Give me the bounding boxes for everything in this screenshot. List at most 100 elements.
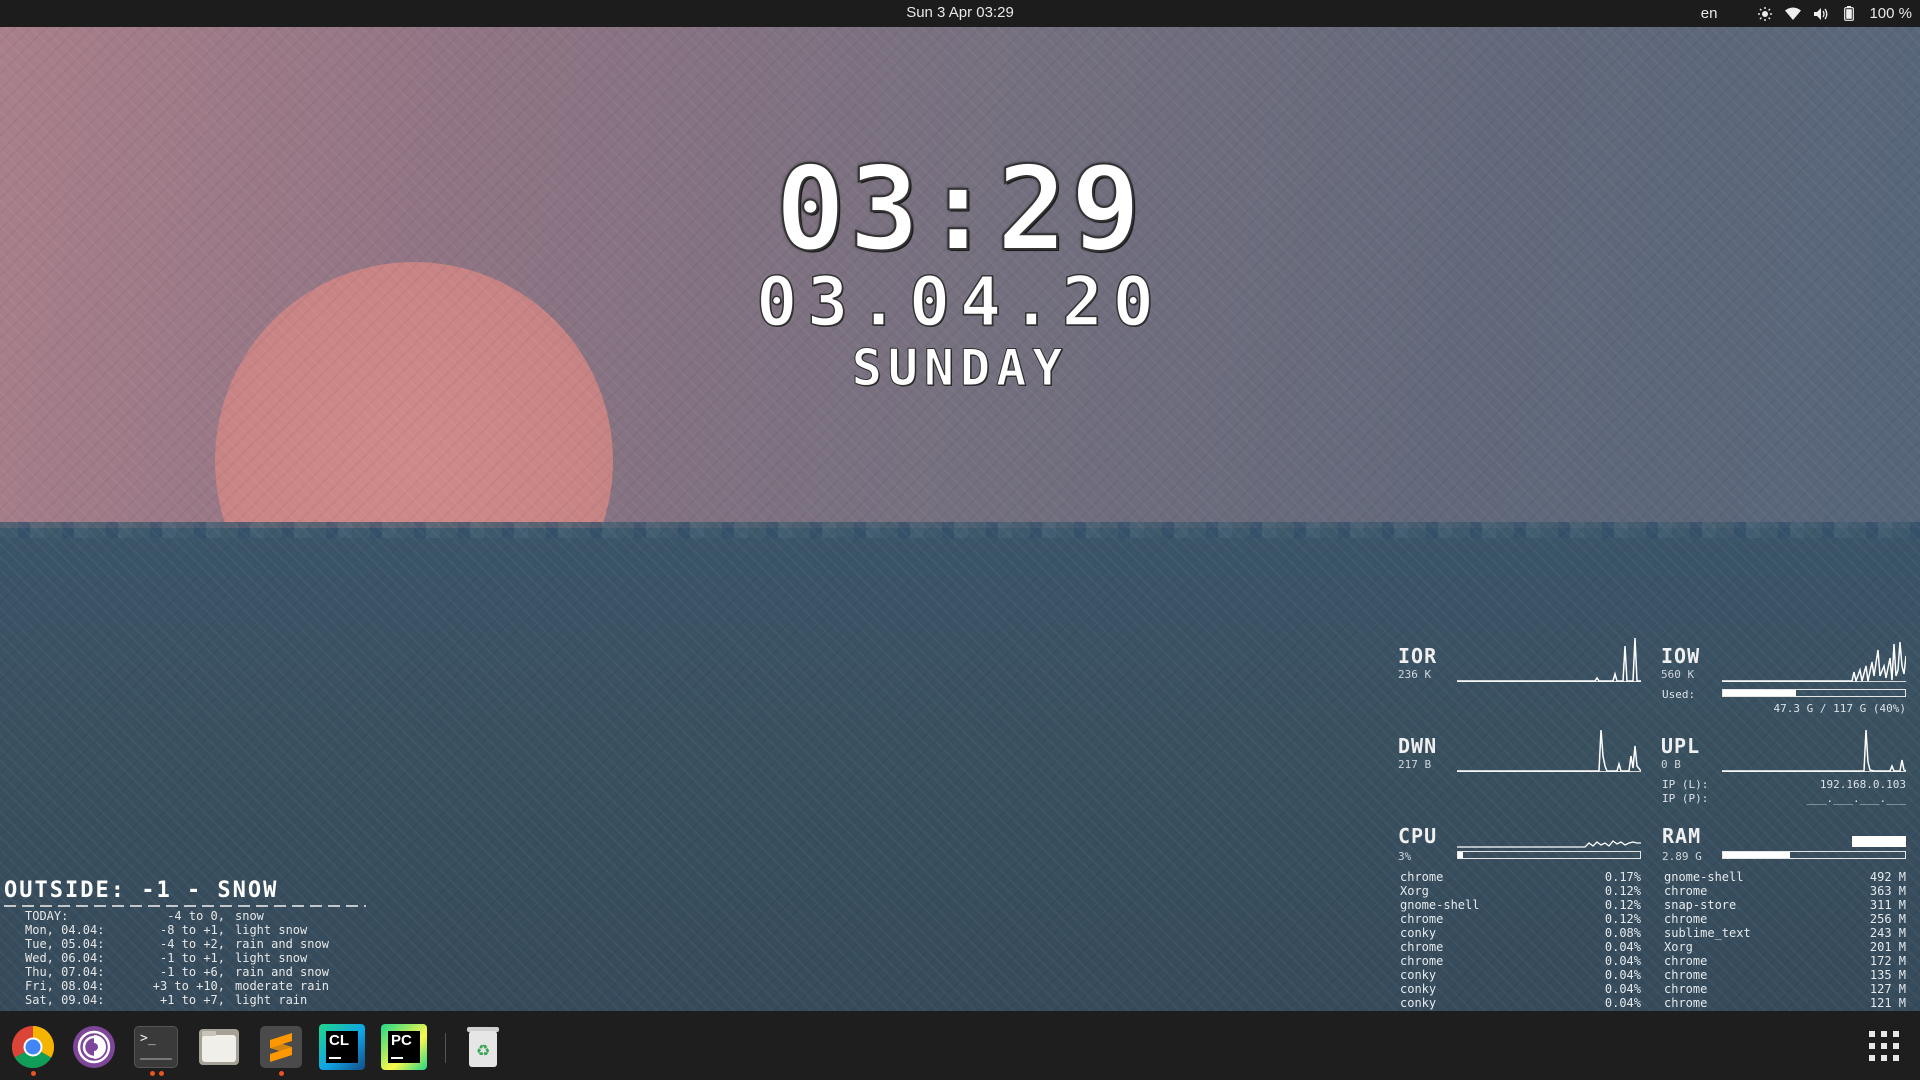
running-indicator [31, 1071, 36, 1076]
cpu-graph [1457, 830, 1641, 848]
disk-usage-bar [1722, 689, 1906, 697]
process-usage: 0.17% [1604, 870, 1641, 884]
upl-label: UPL [1661, 734, 1701, 758]
chrome-icon [11, 1026, 55, 1069]
process-row: Xorg 0.12% [1400, 884, 1641, 898]
show-applications-button[interactable] [1868, 1030, 1900, 1062]
process-row: chrome 121 M [1664, 996, 1906, 1010]
ram-usage-bar [1722, 851, 1906, 859]
process-row: conky 0.04% [1400, 968, 1641, 982]
clion-icon: CL [319, 1024, 365, 1070]
ip-public-value: ___.___.___.___ [1806, 792, 1906, 805]
cpu-usage-fill [1458, 852, 1464, 858]
process-usage: 0.12% [1604, 898, 1641, 912]
process-usage: 121 M [1869, 996, 1906, 1010]
process-usage: 0.04% [1604, 954, 1641, 968]
process-row: sublime_text 243 M [1664, 926, 1906, 940]
process-usage: 0.04% [1604, 940, 1641, 954]
process-name: chrome [1664, 968, 1708, 982]
system-monitor: IOR 236 K IOW 560 K Used: 47.3 G / 117 G… [0, 0, 1920, 1080]
ram-graph [1722, 830, 1906, 848]
process-name: chrome [1400, 870, 1444, 884]
ram-process-list: gnome-shell 492 M chrome 363 M snap-store 311… [1664, 870, 1906, 1010]
disk-usage-fill [1723, 690, 1796, 696]
dock-app-clion[interactable]: CL [319, 1024, 365, 1070]
cpu-usage-bar [1457, 851, 1641, 859]
process-name: conky [1400, 982, 1437, 996]
process-name: conky [1400, 968, 1437, 982]
process-row: chrome 0.04% [1400, 954, 1641, 968]
dwn-label: DWN [1398, 734, 1438, 758]
process-usage: 363 M [1869, 884, 1906, 898]
running-indicator [159, 1071, 164, 1076]
running-indicator [150, 1071, 155, 1076]
pycharm-icon: PC [381, 1024, 427, 1070]
process-row: chrome 135 M [1664, 968, 1906, 982]
process-usage: 127 M [1869, 982, 1906, 996]
terminal-prompt: >_ [140, 1031, 156, 1046]
process-name: chrome [1664, 954, 1708, 968]
dock-app-trash[interactable]: ♻ [460, 1024, 506, 1070]
dock-app-files[interactable] [196, 1024, 242, 1070]
process-name: snap-store [1664, 898, 1737, 912]
process-row: chrome 0.12% [1400, 912, 1641, 926]
process-name: chrome [1664, 982, 1708, 996]
clion-label: CL [329, 1032, 349, 1049]
process-usage: 0.12% [1604, 884, 1641, 898]
ip-local-value: 192.168.0.103 [1819, 778, 1906, 791]
ram-label: RAM [1662, 824, 1702, 848]
ip-local-label: IP (L): [1662, 778, 1709, 791]
ip-public-label: IP (P): [1662, 792, 1709, 805]
disk-usage-text: 47.3 G / 117 G (40%) [1773, 702, 1906, 715]
process-row: conky 0.08% [1400, 926, 1641, 940]
sublime-text-icon [260, 1026, 302, 1068]
process-usage: 0.04% [1604, 982, 1641, 996]
process-usage: 311 M [1869, 898, 1906, 912]
app-grid-icon [1869, 1031, 1899, 1061]
process-row: conky 0.04% [1400, 982, 1641, 996]
process-row: gnome-shell 0.12% [1400, 898, 1641, 912]
folder-icon [199, 1029, 239, 1065]
process-name: sublime_text [1664, 926, 1751, 940]
process-usage: 0.04% [1604, 996, 1641, 1010]
download-graph [1457, 726, 1641, 772]
process-name: conky [1400, 926, 1437, 940]
ior-value: 236 K [1398, 668, 1432, 681]
process-row: chrome 256 M [1664, 912, 1906, 926]
process-name: chrome [1400, 912, 1444, 926]
process-name: Xorg [1400, 884, 1429, 898]
process-name: chrome [1664, 884, 1708, 898]
iow-value: 560 K [1661, 668, 1695, 681]
process-row: gnome-shell 492 M [1664, 870, 1906, 884]
process-usage: 492 M [1869, 870, 1906, 884]
svg-text:♻: ♻ [476, 1041, 490, 1060]
dock-app-pycharm[interactable]: PC [381, 1024, 427, 1070]
process-name: chrome [1400, 954, 1444, 968]
trash-icon: ♻ [467, 1027, 499, 1067]
process-usage: 201 M [1869, 940, 1906, 954]
process-name: Xorg [1664, 940, 1693, 954]
dock-app-chrome[interactable] [10, 1024, 56, 1070]
process-row: chrome 363 M [1664, 884, 1906, 898]
running-indicator [279, 1071, 284, 1076]
iow-label: IOW [1661, 644, 1701, 668]
process-name: chrome [1664, 912, 1708, 926]
process-usage: 0.12% [1604, 912, 1641, 926]
terminal-icon: >_ [134, 1026, 178, 1068]
dock-app-sublime-text[interactable] [258, 1024, 304, 1070]
process-name: gnome-shell [1664, 870, 1744, 884]
cpu-process-list: chrome 0.17% Xorg 0.12% gnome-shell 0.12% chro… [1400, 870, 1641, 1010]
ram-usage-fill [1723, 852, 1791, 858]
upload-graph [1722, 726, 1906, 772]
ior-label: IOR [1398, 644, 1438, 668]
dock: >_ CL PC ♻ [0, 1011, 1920, 1080]
process-name: gnome-shell [1400, 898, 1480, 912]
dock-app-tor-browser[interactable] [71, 1024, 117, 1070]
cpu-value: 3% [1398, 850, 1412, 863]
process-row: chrome 127 M [1664, 982, 1906, 996]
process-usage: 0.08% [1604, 926, 1641, 940]
dock-app-terminal[interactable]: >_ [133, 1024, 179, 1070]
upl-value: 0 B [1661, 758, 1681, 771]
process-row: Xorg 201 M [1664, 940, 1906, 954]
cpu-label: CPU [1398, 824, 1438, 848]
